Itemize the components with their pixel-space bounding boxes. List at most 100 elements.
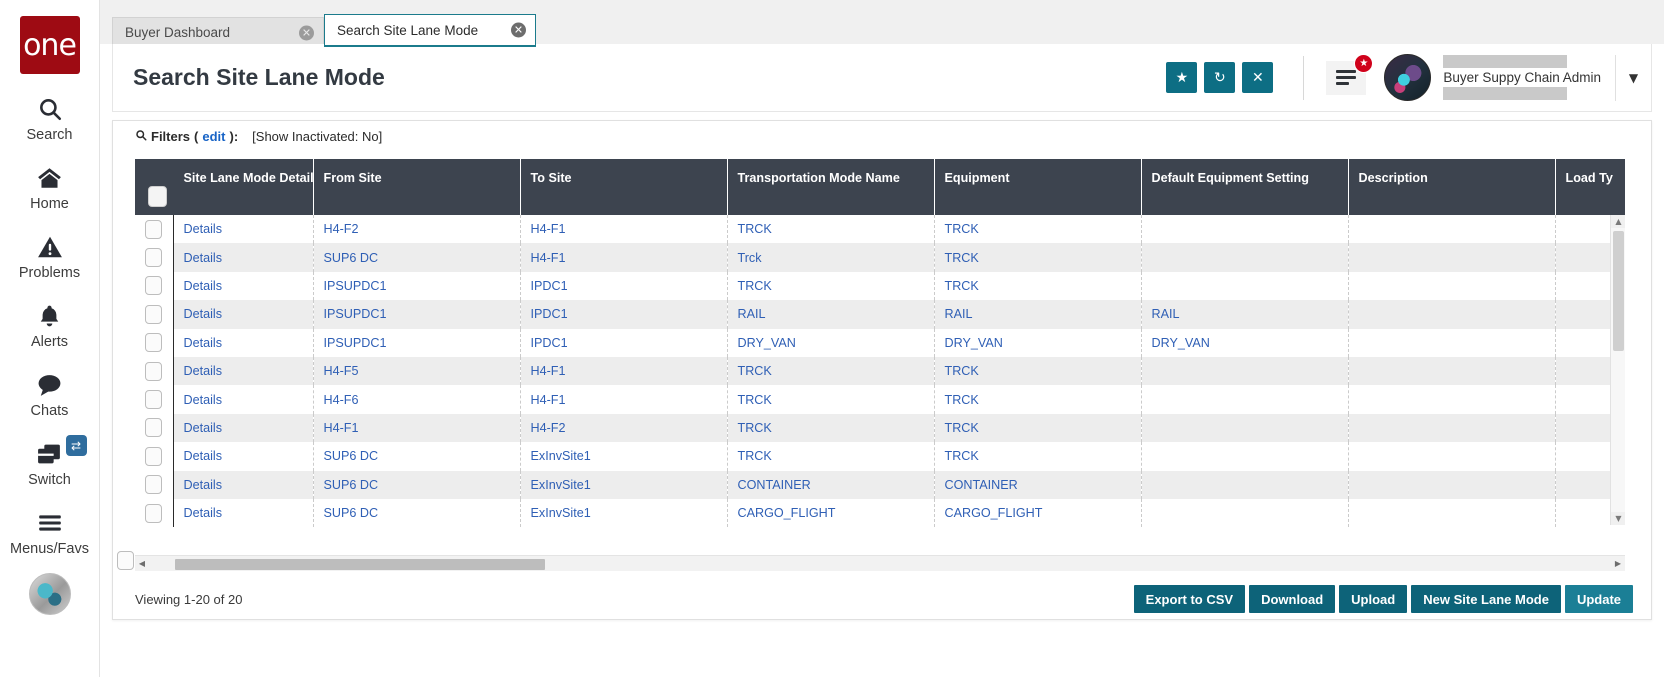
cell-equipment[interactable]: TRCK bbox=[934, 272, 1141, 300]
cell-transportation-mode-name[interactable]: TRCK bbox=[727, 357, 934, 385]
column-site-lane-mode-details[interactable]: Site Lane Mode Details bbox=[173, 159, 313, 215]
sidebar-item-problems[interactable]: Problems bbox=[0, 232, 100, 281]
cell-transportation-mode-name[interactable]: Trck bbox=[727, 243, 934, 271]
cell-to-site[interactable]: ExInvSite1 bbox=[520, 471, 727, 499]
column-load-type[interactable]: Load Ty bbox=[1555, 159, 1625, 215]
row-checkbox[interactable] bbox=[145, 504, 162, 523]
table-row[interactable]: DetailsSUP6 DCH4-F1TrckTRCK bbox=[135, 243, 1625, 271]
cell-transportation-mode-name[interactable]: TRCK bbox=[727, 442, 934, 470]
cell-details[interactable]: Details bbox=[173, 243, 313, 271]
table-row[interactable]: DetailsIPSUPDC1IPDC1DRY_VANDRY_VANDRY_VA… bbox=[135, 329, 1625, 357]
tab-buyer-dashboard[interactable]: Buyer Dashboard ✕ bbox=[112, 17, 324, 47]
column-to-site[interactable]: To Site bbox=[520, 159, 727, 215]
table-row[interactable]: DetailsH4-F5H4-F1TRCKTRCK bbox=[135, 357, 1625, 385]
menu-button[interactable]: ★ bbox=[1326, 61, 1366, 95]
cell-from-site[interactable]: H4-F1 bbox=[313, 414, 520, 442]
table-row[interactable]: DetailsSUP6 DCExInvSite1TRCKTRCK bbox=[135, 442, 1625, 470]
cell-equipment[interactable]: CONTAINER bbox=[934, 471, 1141, 499]
table-row[interactable]: DetailsH4-F1H4-F2TRCKTRCK bbox=[135, 414, 1625, 442]
cell-default-equipment-setting[interactable]: DRY_VAN bbox=[1141, 329, 1348, 357]
cell-transportation-mode-name[interactable]: TRCK bbox=[727, 272, 934, 300]
table-row[interactable]: DetailsH4-F2H4-F1TRCKTRCK bbox=[135, 215, 1625, 243]
sidebar-item-menus-favs[interactable]: Menus/Favs bbox=[0, 508, 100, 557]
cell-details[interactable]: Details bbox=[173, 215, 313, 243]
cell-details[interactable]: Details bbox=[173, 385, 313, 413]
cell-transportation-mode-name[interactable]: DRY_VAN bbox=[727, 329, 934, 357]
row-checkbox[interactable] bbox=[145, 220, 162, 239]
sidebar-item-search[interactable]: Search bbox=[0, 94, 100, 143]
cell-from-site[interactable]: IPSUPDC1 bbox=[313, 300, 520, 328]
avatar[interactable] bbox=[1384, 54, 1431, 101]
export-to-csv-button[interactable]: Export to CSV bbox=[1134, 585, 1245, 613]
table-row[interactable]: DetailsIPSUPDC1IPDC1TRCKTRCK bbox=[135, 272, 1625, 300]
cell-to-site[interactable]: IPDC1 bbox=[520, 272, 727, 300]
cell-details[interactable]: Details bbox=[173, 357, 313, 385]
row-checkbox[interactable] bbox=[145, 362, 162, 381]
sidebar-item-home[interactable]: Home bbox=[0, 163, 100, 212]
cell-from-site[interactable]: IPSUPDC1 bbox=[313, 329, 520, 357]
cell-to-site[interactable]: H4-F1 bbox=[520, 215, 727, 243]
table-row[interactable]: DetailsH4-F6H4-F1TRCKTRCK bbox=[135, 385, 1625, 413]
cell-from-site[interactable]: SUP6 DC bbox=[313, 243, 520, 271]
cell-transportation-mode-name[interactable]: CONTAINER bbox=[727, 471, 934, 499]
download-button[interactable]: Download bbox=[1249, 585, 1335, 613]
scroll-left-icon[interactable]: ◀ bbox=[135, 556, 149, 572]
cell-details[interactable]: Details bbox=[173, 414, 313, 442]
cell-to-site[interactable]: ExInvSite1 bbox=[520, 442, 727, 470]
cell-to-site[interactable]: H4-F2 bbox=[520, 414, 727, 442]
cell-equipment[interactable]: TRCK bbox=[934, 414, 1141, 442]
one-logo[interactable]: one bbox=[20, 16, 80, 74]
rail-avatar[interactable] bbox=[29, 573, 71, 615]
sidebar-item-chats[interactable]: Chats bbox=[0, 370, 100, 419]
cell-details[interactable]: Details bbox=[173, 272, 313, 300]
cell-details[interactable]: Details bbox=[173, 499, 313, 527]
cell-equipment[interactable]: TRCK bbox=[934, 357, 1141, 385]
close-icon[interactable]: ✕ bbox=[299, 25, 314, 40]
table-row[interactable]: DetailsIPSUPDC1IPDC1RAILRAILRAIL bbox=[135, 300, 1625, 328]
cell-to-site[interactable]: H4-F1 bbox=[520, 385, 727, 413]
sidebar-item-switch[interactable]: ⇄ Switch bbox=[0, 439, 100, 488]
refresh-button[interactable]: ↻ bbox=[1204, 62, 1235, 93]
column-transportation-mode-name[interactable]: Transportation Mode Name bbox=[727, 159, 934, 215]
cell-from-site[interactable]: H4-F6 bbox=[313, 385, 520, 413]
row-checkbox[interactable] bbox=[145, 418, 162, 437]
cell-to-site[interactable]: IPDC1 bbox=[520, 300, 727, 328]
cell-equipment[interactable]: TRCK bbox=[934, 442, 1141, 470]
select-all-checkbox[interactable] bbox=[148, 186, 167, 207]
row-checkbox[interactable] bbox=[145, 390, 162, 409]
favorite-button[interactable]: ★ bbox=[1166, 62, 1197, 93]
new-site-lane-mode-button[interactable]: New Site Lane Mode bbox=[1411, 585, 1561, 613]
grid-vertical-scrollbar[interactable]: ▲ ▼ bbox=[1610, 215, 1625, 525]
switch-badge-icon[interactable]: ⇄ bbox=[66, 435, 87, 456]
cell-details[interactable]: Details bbox=[173, 300, 313, 328]
cell-details[interactable]: Details bbox=[173, 471, 313, 499]
cell-from-site[interactable]: SUP6 DC bbox=[313, 471, 520, 499]
upload-button[interactable]: Upload bbox=[1339, 585, 1407, 613]
cell-details[interactable]: Details bbox=[173, 442, 313, 470]
cell-transportation-mode-name[interactable]: RAIL bbox=[727, 300, 934, 328]
close-icon[interactable]: ✕ bbox=[511, 23, 526, 38]
row-checkbox[interactable] bbox=[145, 248, 162, 267]
row-checkbox[interactable] bbox=[145, 475, 162, 494]
cell-transportation-mode-name[interactable]: TRCK bbox=[727, 215, 934, 243]
cell-transportation-mode-name[interactable]: TRCK bbox=[727, 414, 934, 442]
row-checkbox[interactable] bbox=[117, 551, 134, 570]
row-checkbox[interactable] bbox=[145, 305, 162, 324]
cell-equipment[interactable]: CARGO_FLIGHT bbox=[934, 499, 1141, 527]
scroll-down-icon[interactable]: ▼ bbox=[1611, 512, 1625, 525]
row-checkbox[interactable] bbox=[145, 276, 162, 295]
vertical-scroll-thumb[interactable] bbox=[1613, 231, 1624, 351]
cell-to-site[interactable]: ExInvSite1 bbox=[520, 499, 727, 527]
scroll-right-icon[interactable]: ▶ bbox=[1611, 556, 1625, 572]
scroll-up-icon[interactable]: ▲ bbox=[1611, 215, 1625, 228]
cell-from-site[interactable]: SUP6 DC bbox=[313, 442, 520, 470]
filters-edit-link[interactable]: edit bbox=[202, 129, 225, 144]
row-checkbox[interactable] bbox=[145, 333, 162, 352]
cell-from-site[interactable]: H4-F2 bbox=[313, 215, 520, 243]
sidebar-item-alerts[interactable]: Alerts bbox=[0, 301, 100, 350]
cell-transportation-mode-name[interactable]: TRCK bbox=[727, 385, 934, 413]
cell-default-equipment-setting[interactable]: RAIL bbox=[1141, 300, 1348, 328]
grid-horizontal-scrollbar[interactable]: ◀ ▶ bbox=[135, 555, 1625, 571]
cell-to-site[interactable]: IPDC1 bbox=[520, 329, 727, 357]
column-default-equipment-setting[interactable]: Default Equipment Setting bbox=[1141, 159, 1348, 215]
